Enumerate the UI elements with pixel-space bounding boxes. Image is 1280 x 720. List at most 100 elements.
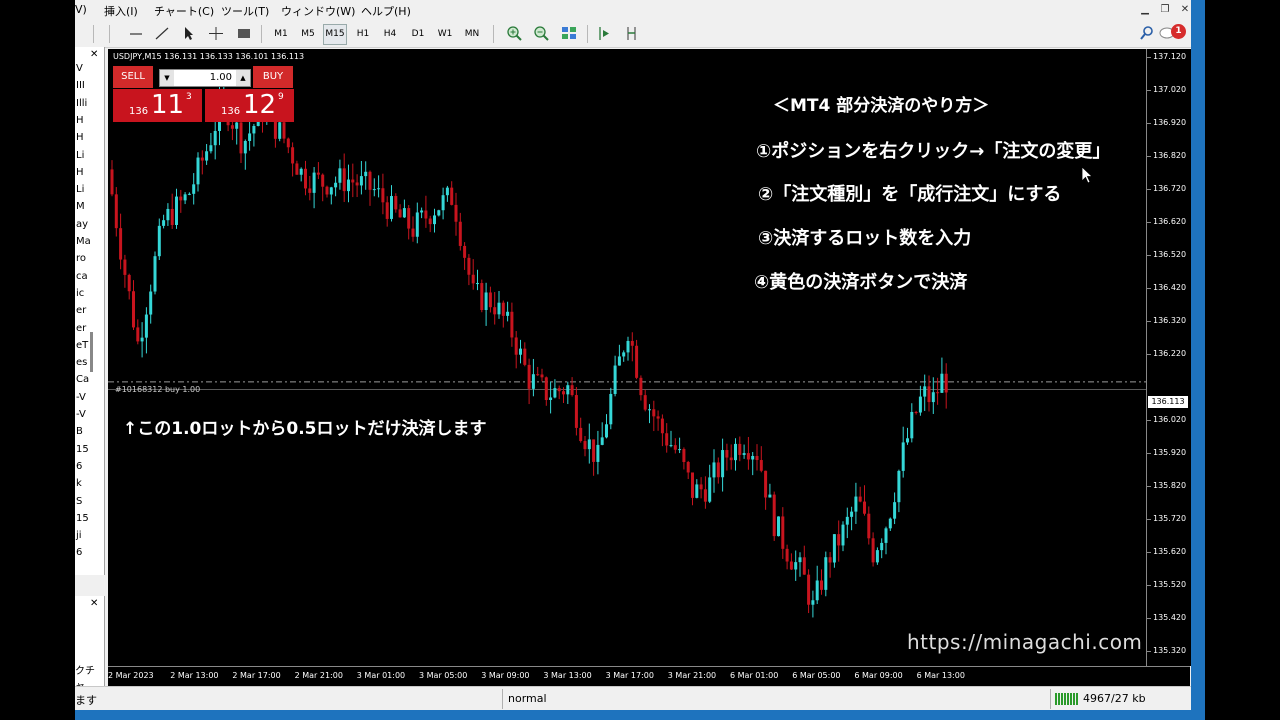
terminal-close-icon[interactable]: ✕ <box>90 598 98 609</box>
tile-windows-icon[interactable] <box>560 24 578 43</box>
lot-increase-icon[interactable]: ▲ <box>236 70 250 86</box>
lot-size-field[interactable]: ▼ 1.00 ▲ <box>159 69 251 87</box>
candle-body <box>820 580 823 590</box>
auto-scroll-icon[interactable] <box>596 24 614 43</box>
candle-body <box>411 228 415 237</box>
navigator-item[interactable]: V <box>76 63 83 74</box>
candle-body <box>708 477 712 502</box>
mt4-window: V) 挿入(I) チャート(C) ツール(T) ウィンドウ(W) ヘルプ(H) … <box>75 0 1205 720</box>
candle-body <box>295 163 299 175</box>
price-tick-mark <box>1147 618 1151 620</box>
connection-bars-icon <box>1055 693 1078 705</box>
navigator-item[interactable]: 15 <box>76 513 89 524</box>
annotation-step3: ③決済するロット数を入力 <box>758 228 972 249</box>
navigator-item[interactable]: H <box>76 167 84 178</box>
candle-body <box>445 187 449 196</box>
menu-tools[interactable]: ツール(T) <box>221 3 269 19</box>
candle-body <box>321 174 325 187</box>
candle-body <box>772 494 776 537</box>
timeframe-m5[interactable]: M5 <box>296 24 320 45</box>
candle-body <box>643 395 647 410</box>
time-tick-label: 3 Mar 09:00 <box>481 671 530 680</box>
price-tick-label: 136.820 <box>1153 151 1187 161</box>
navigator-item[interactable]: ca <box>76 271 88 282</box>
timeframe-w1[interactable]: W1 <box>433 24 457 45</box>
candle-body <box>802 557 806 575</box>
rectangle-icon[interactable] <box>235 24 253 43</box>
timeframe-d1[interactable]: D1 <box>406 24 430 45</box>
search-icon[interactable] <box>1138 24 1156 43</box>
navigator-item[interactable]: B <box>76 426 83 437</box>
close-icon[interactable]: ✕ <box>1178 3 1192 16</box>
candle-body <box>209 145 213 152</box>
navigator-item[interactable]: M <box>76 201 85 212</box>
candle-body <box>764 470 768 498</box>
chart-shift-icon[interactable] <box>623 24 641 43</box>
status-separator <box>502 689 503 709</box>
toolbar-separator <box>587 25 588 43</box>
timeframe-h4[interactable]: H4 <box>378 24 402 45</box>
navigator-item[interactable]: H <box>76 115 84 126</box>
candle-body <box>884 528 888 543</box>
navigator-scrollbar[interactable] <box>90 332 93 372</box>
menu-chart[interactable]: チャート(C) <box>154 3 214 19</box>
navigator-item[interactable]: 15 <box>76 444 89 455</box>
price-tick-label: 135.920 <box>1153 448 1187 458</box>
navigator-item[interactable]: ji <box>76 530 82 541</box>
time-axis[interactable]: 2 Mar 2023 2 Mar 13:00 2 Mar 17:00 2 Mar 21… <box>108 666 1190 687</box>
timeframe-m15[interactable]: M15 <box>323 24 347 45</box>
navigator-item[interactable]: ro <box>76 253 86 264</box>
sell-price-tile[interactable]: 136 11 3 <box>113 89 202 122</box>
menu-insert[interactable]: 挿入(I) <box>104 3 138 19</box>
navigator-item[interactable]: III <box>76 80 85 91</box>
navigator-close-icon[interactable]: ✕ <box>90 49 98 60</box>
navigator-item[interactable]: Li <box>76 150 84 161</box>
navigator-item[interactable]: Li <box>76 184 84 195</box>
navigator-item[interactable]: er <box>76 305 86 316</box>
sell-button[interactable]: SELL <box>113 66 153 88</box>
timeframe-mn[interactable]: MN <box>460 24 484 45</box>
alert-badge[interactable]: 1 <box>1171 24 1186 39</box>
candle-body <box>157 225 161 257</box>
buy-price-pip: 9 <box>278 92 284 102</box>
navigator-item[interactable]: 6 <box>76 547 82 558</box>
order-line-label[interactable]: #10168312 buy 1.00 <box>115 385 200 394</box>
navigator-item[interactable]: Ca <box>76 374 89 385</box>
timeframe-m1[interactable]: M1 <box>269 24 293 45</box>
buy-button[interactable]: BUY <box>253 66 293 88</box>
navigator-item[interactable]: Ma <box>76 236 91 247</box>
price-axis[interactable]: 137.120 137.020 136.920 136.820 136.720 136.6… <box>1146 49 1191 666</box>
navigator-item[interactable]: S <box>76 496 82 507</box>
restore-icon[interactable]: ❐ <box>1158 3 1172 16</box>
navigator-item[interactable]: Illi <box>76 98 87 109</box>
crosshair-icon[interactable] <box>207 24 225 43</box>
navigator-item[interactable]: -V <box>76 392 86 403</box>
navigator-item[interactable]: er <box>76 323 86 334</box>
candle-body <box>656 416 660 419</box>
navigator-item[interactable]: ay <box>76 219 88 230</box>
buy-price-tile[interactable]: 136 12 9 <box>205 89 294 122</box>
candle-body <box>170 208 174 225</box>
navigator-item[interactable]: eT <box>76 340 88 351</box>
navigator-item[interactable]: ic <box>76 288 84 299</box>
lot-size-value[interactable]: 1.00 <box>176 70 232 86</box>
navigator-item[interactable]: k <box>76 478 82 489</box>
horizontal-line-icon[interactable] <box>127 24 145 43</box>
menu-window[interactable]: ウィンドウ(W) <box>281 3 355 19</box>
zoom-in-icon[interactable] <box>505 24 523 43</box>
lot-decrease-icon[interactable]: ▼ <box>160 70 174 86</box>
candle-body <box>600 437 604 445</box>
menu-view[interactable]: V) <box>75 3 87 16</box>
minimize-icon[interactable]: ▁ <box>1138 3 1152 16</box>
candle-body <box>458 221 462 246</box>
zoom-out-icon[interactable] <box>532 24 550 43</box>
trendline-icon[interactable] <box>153 24 171 43</box>
timeframe-h1[interactable]: H1 <box>351 24 375 45</box>
navigator-item[interactable]: 6 <box>76 461 82 472</box>
menu-help[interactable]: ヘルプ(H) <box>361 3 411 19</box>
navigator-item[interactable]: es <box>76 357 87 368</box>
navigator-item[interactable]: -V <box>76 409 86 420</box>
cursor-icon[interactable] <box>179 24 197 43</box>
navigator-item[interactable]: H <box>76 132 84 143</box>
candle-body <box>364 171 368 177</box>
